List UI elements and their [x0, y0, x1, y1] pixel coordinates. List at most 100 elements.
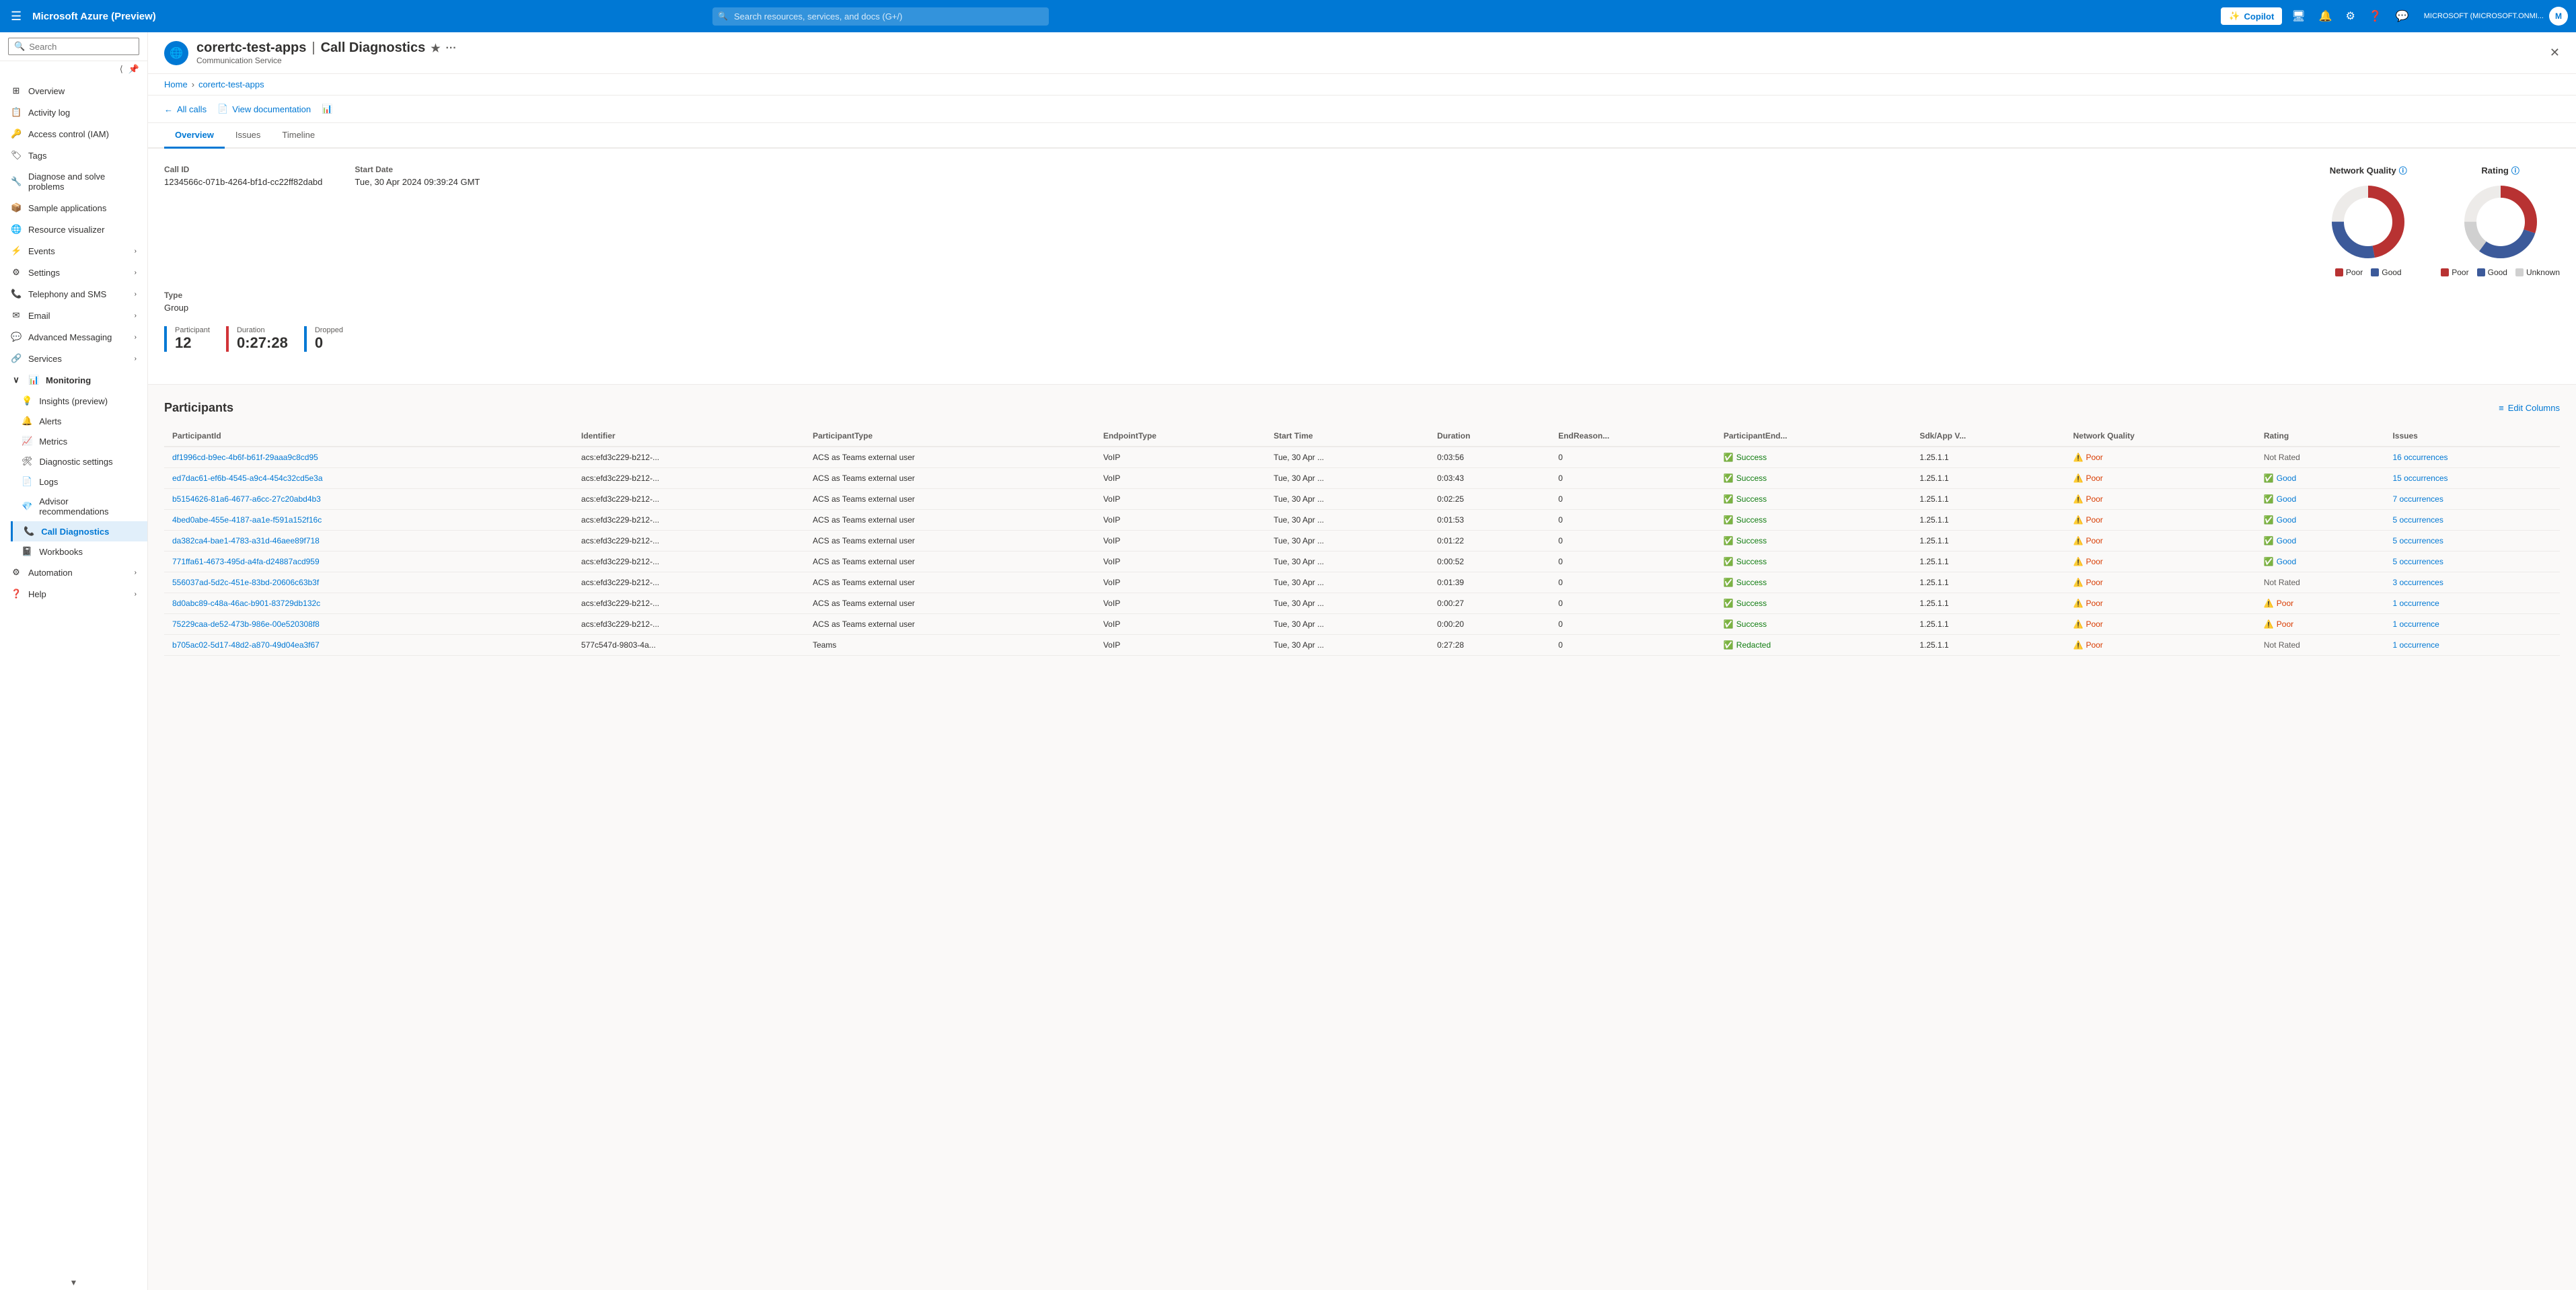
edit-columns-label: Edit Columns [2508, 403, 2560, 413]
cell-identifier: acs:efd3c229-b212-... [573, 468, 805, 489]
success-icon: ✅ [1724, 599, 1734, 608]
rating-legend: Poor Good Unknown [2441, 268, 2560, 277]
notifications-icon[interactable]: 🔔 [2315, 7, 2336, 26]
participant-id-link[interactable]: 4bed0abe-455e-4187-aa1e-f591a152f16c [172, 515, 322, 525]
rating-info-icon[interactable]: ⓘ [2511, 165, 2519, 176]
resource-actions: ✕ [2550, 46, 2560, 60]
issues-link[interactable]: 7 occurrences [2392, 494, 2443, 504]
issues-link[interactable]: 5 occurrences [2392, 536, 2443, 545]
view-docs-button[interactable]: 📄 View documentation [217, 104, 311, 114]
issues-link[interactable]: 5 occurrences [2392, 557, 2443, 566]
sidebar-nav: ⊞ Overview 📋 Activity log 🔑 Access contr… [0, 77, 147, 1275]
issues-link[interactable]: 15 occurrences [2392, 473, 2448, 483]
sidebar-pin-icon[interactable]: 📌 [128, 64, 139, 75]
col-type: ParticipantType [805, 426, 1095, 447]
copilot-button[interactable]: ✨ Copilot [2221, 7, 2282, 25]
tab-issues[interactable]: Issues [225, 123, 272, 149]
close-button[interactable]: ✕ [2550, 46, 2560, 60]
sidebar-item-metrics[interactable]: 📈 Metrics [11, 431, 147, 451]
participant-id-link[interactable]: 771ffa61-4673-495d-a4fa-d24887acd959 [172, 557, 320, 566]
feedback-button[interactable]: 📊 [322, 104, 332, 114]
sidebar-item-label: Email [28, 311, 50, 321]
sidebar-item-events[interactable]: ⚡ Events › [0, 240, 147, 262]
sidebar-item-alerts[interactable]: 🔔 Alerts [11, 411, 147, 431]
feedback-icon[interactable]: 🖥 [2287, 7, 2309, 26]
participant-id-link[interactable]: da382ca4-bae1-4783-a31d-46aee89f718 [172, 536, 320, 545]
avatar[interactable]: M [2549, 7, 2568, 26]
more-options-icon[interactable]: ··· [446, 42, 457, 54]
sidebar-item-email[interactable]: ✉ Email › [0, 305, 147, 326]
participant-id-link[interactable]: 75229caa-de52-473b-986e-00e520308f8 [172, 619, 320, 629]
participant-id-link[interactable]: b705ac02-5d17-48d2-a870-49d04ea3f67 [172, 640, 320, 650]
sidebar-item-diagnostic-settings[interactable]: 🛠 Diagnostic settings [11, 451, 147, 471]
cell-issues: 1 occurrence [2384, 614, 2560, 635]
sidebar-item-workbooks[interactable]: 📓 Workbooks [11, 541, 147, 562]
network-quality-info-icon[interactable]: ⓘ [2399, 165, 2407, 176]
success-icon: ✅ [1724, 515, 1734, 525]
participant-id-link[interactable]: 8d0abc89-c48a-46ac-b901-83729db132c [172, 599, 320, 608]
participant-id-link[interactable]: ed7dac61-ef6b-4545-a9c4-454c32cd5e3a [172, 473, 323, 483]
help-icon[interactable]: ❓ [2365, 7, 2386, 26]
issues-link[interactable]: 1 occurrence [2392, 599, 2439, 608]
telephony-chevron: › [135, 291, 137, 298]
breadcrumb-home[interactable]: Home [164, 79, 188, 89]
user-account[interactable]: MICROSOFT (MICROSOFT.ONMI... [2424, 12, 2544, 20]
rating-value: Good [2277, 515, 2296, 525]
issues-link[interactable]: 1 occurrence [2392, 619, 2439, 629]
issues-link[interactable]: 1 occurrence [2392, 640, 2439, 650]
sidebar-item-activity-log[interactable]: 📋 Activity log [0, 102, 147, 123]
cell-type: ACS as Teams external user [805, 510, 1095, 531]
sidebar-item-advisor[interactable]: 💎 Advisor recommendations [11, 492, 147, 521]
participant-id-link[interactable]: b5154626-81a6-4677-a6cc-27c20abd4b3 [172, 494, 321, 504]
rating-value: Good [2277, 494, 2296, 504]
sidebar-search-box: 🔍 [8, 38, 139, 55]
sidebar-item-samples[interactable]: 📦 Sample applications [0, 197, 147, 219]
resource-icon: 🌐 [164, 41, 188, 65]
all-calls-button[interactable]: ← All calls [164, 104, 207, 114]
sidebar-item-label: Events [28, 246, 55, 256]
sidebar-item-insights[interactable]: 💡 Insights (preview) [11, 391, 147, 411]
tab-timeline[interactable]: Timeline [271, 123, 326, 149]
sidebar-item-telephony[interactable]: 📞 Telephony and SMS › [0, 283, 147, 305]
sidebar-item-monitoring[interactable]: ∨ 📊 Monitoring [0, 369, 147, 391]
issues-link[interactable]: 5 occurrences [2392, 515, 2443, 525]
sidebar-scroll-down[interactable]: ▼ [0, 1275, 147, 1290]
cell-duration: 0:00:20 [1429, 614, 1550, 635]
sidebar-item-iam[interactable]: 🔑 Access control (IAM) [0, 123, 147, 145]
feedback2-icon[interactable]: 💬 [2392, 7, 2413, 26]
favorite-star[interactable]: ★ [431, 42, 440, 55]
sidebar-item-logs[interactable]: 📄 Logs [11, 471, 147, 492]
sidebar-item-diagnose[interactable]: 🔧 Diagnose and solve problems [0, 166, 147, 197]
sidebar-item-help[interactable]: ❓ Help › [0, 583, 147, 605]
sidebar-sub-label: Diagnostic settings [40, 457, 113, 467]
sidebar-item-settings[interactable]: ⚙ Settings › [0, 262, 147, 283]
services-icon: 🔗 [11, 353, 22, 364]
sidebar-search-input[interactable] [29, 42, 133, 52]
view-docs-label: View documentation [232, 104, 311, 114]
issues-link[interactable]: 16 occurrences [2392, 453, 2448, 462]
sidebar-item-services[interactable]: 🔗 Services › [0, 348, 147, 369]
breadcrumb-resource[interactable]: corertc-test-apps [198, 79, 264, 89]
cell-endpoint: VoIP [1095, 572, 1265, 593]
hamburger-menu[interactable]: ☰ [8, 7, 24, 26]
tab-overview[interactable]: Overview [164, 123, 225, 149]
sidebar-item-automation[interactable]: ⚙ Automation › [0, 562, 147, 583]
edit-columns-button[interactable]: ≡ Edit Columns [2499, 403, 2560, 413]
sidebar-collapse-icon[interactable]: ⟨ [120, 64, 123, 75]
global-search-input[interactable] [712, 7, 1049, 26]
sidebar-item-visualizer[interactable]: 🌐 Resource visualizer [0, 219, 147, 240]
participant-id-link[interactable]: 556037ad-5d2c-451e-83bd-20606c63b3f [172, 578, 319, 587]
cell-duration: 0:27:28 [1429, 635, 1550, 656]
settings-icon[interactable]: ⚙ [2342, 7, 2359, 26]
network-quality-chart: Network Quality ⓘ [2328, 165, 2408, 277]
participant-end-value: Success [1736, 536, 1767, 545]
sidebar-item-tags[interactable]: 🏷 Tags [0, 145, 147, 166]
sidebar-item-call-diagnostics[interactable]: 📞 Call Diagnostics [11, 521, 147, 541]
cell-end-reason: 0 [1550, 635, 1716, 656]
cell-sdk: 1.25.1.1 [1911, 447, 2065, 468]
participant-id-link[interactable]: df1996cd-b9ec-4b6f-b61f-29aaa9c8cd95 [172, 453, 318, 462]
sidebar-item-advanced-messaging[interactable]: 💬 Advanced Messaging › [0, 326, 147, 348]
issues-link[interactable]: 3 occurrences [2392, 578, 2443, 587]
cell-type: ACS as Teams external user [805, 593, 1095, 614]
sidebar-item-overview[interactable]: ⊞ Overview [0, 80, 147, 102]
